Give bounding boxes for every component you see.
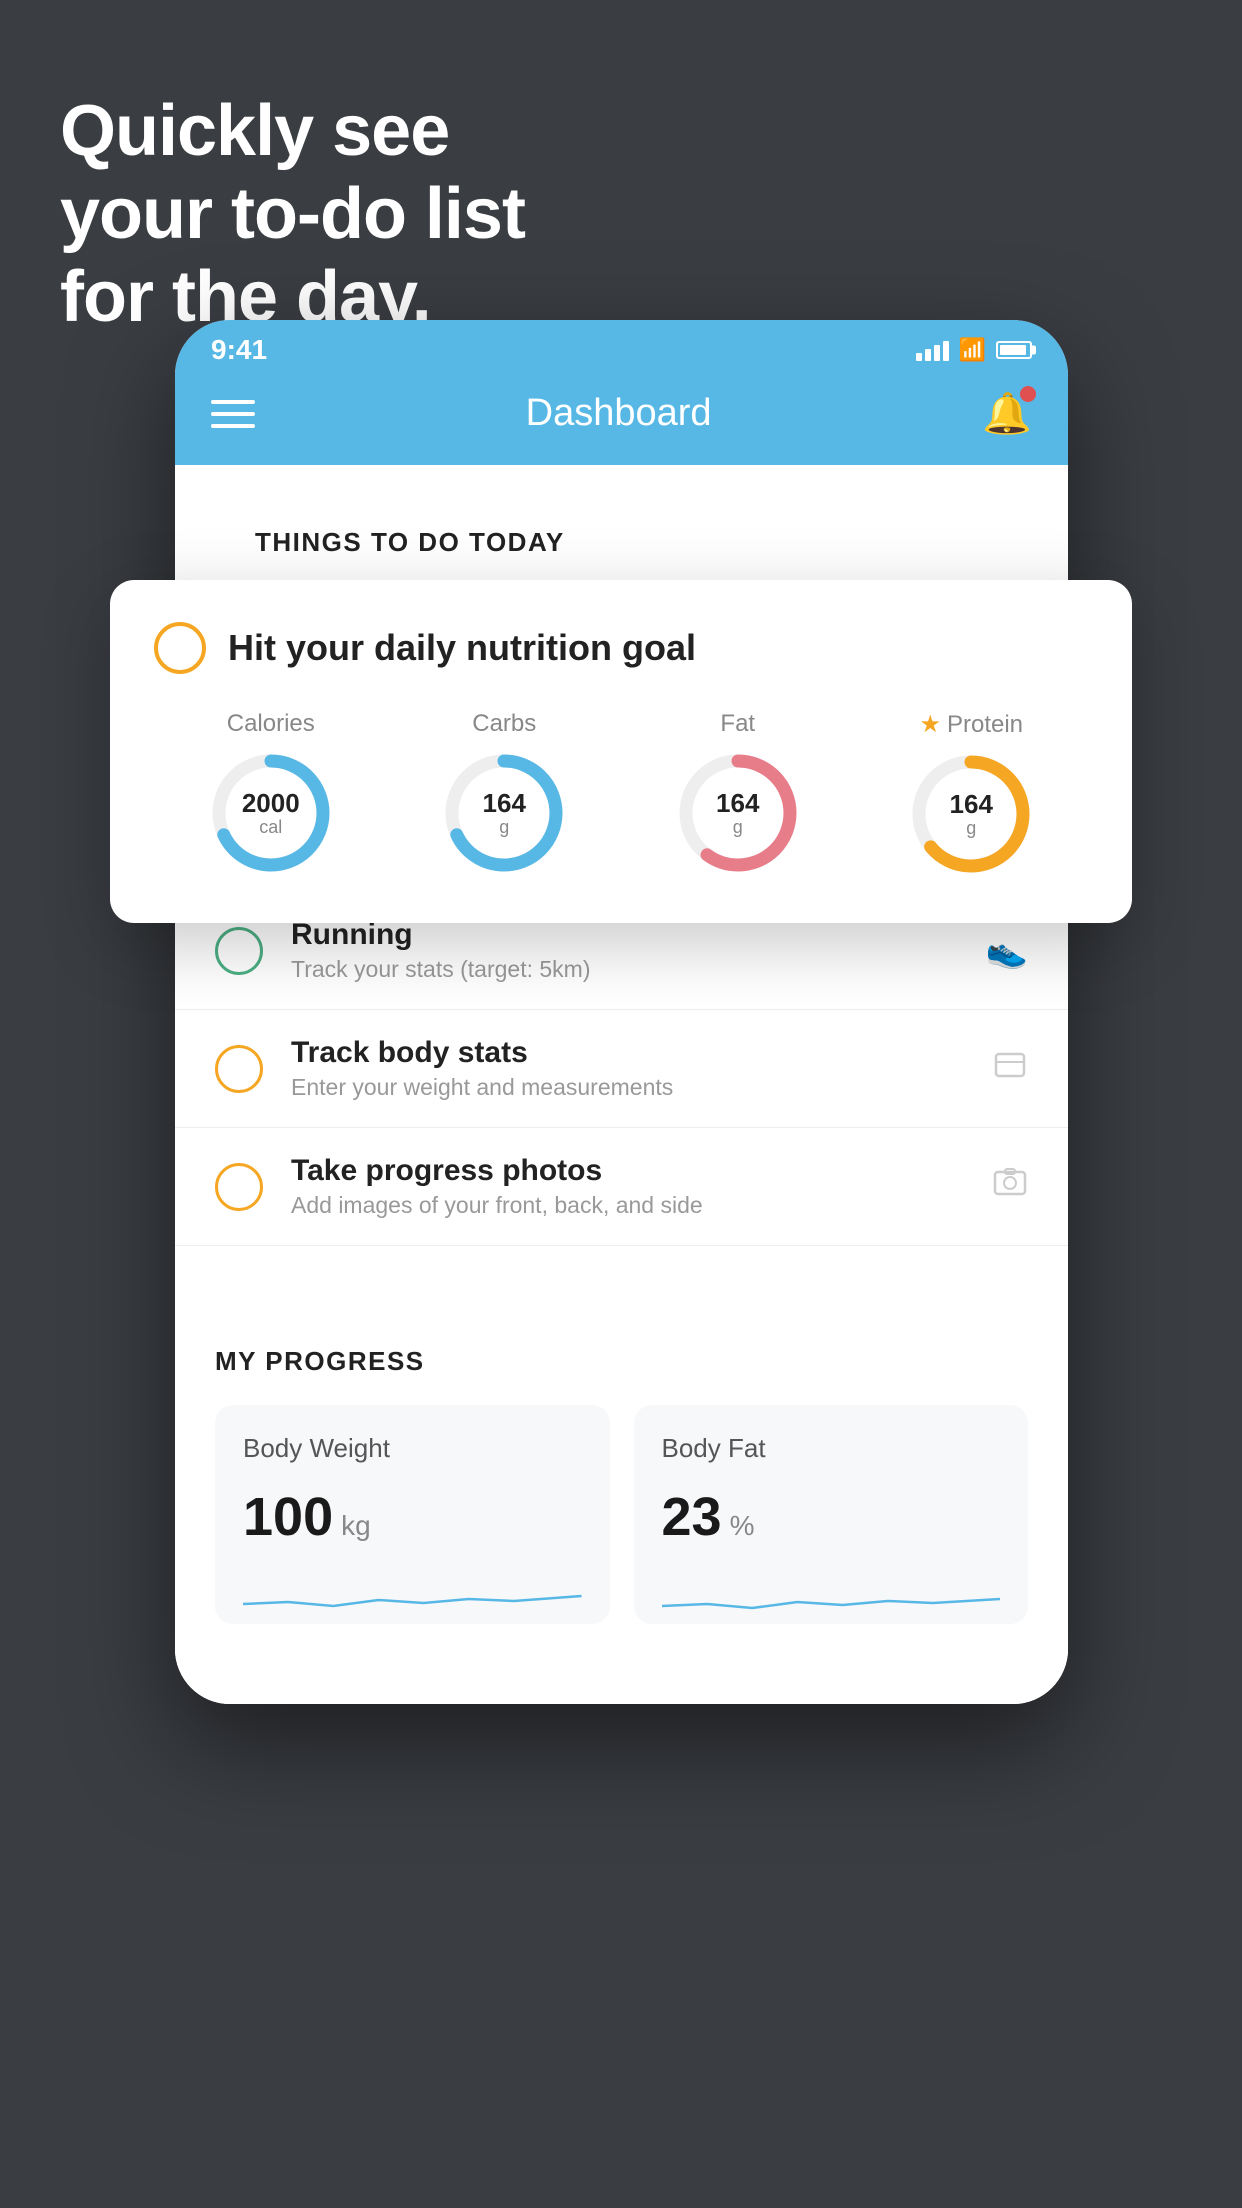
carbs-value: 164 <box>483 789 526 818</box>
calories-value: 2000 <box>242 789 300 818</box>
macro-row: Calories 2000 cal Carbs <box>154 710 1088 879</box>
todo-title-body-stats: Track body stats <box>291 1036 964 1070</box>
app-header: Dashboard 🔔 <box>175 372 1068 465</box>
protein-unit: g <box>950 818 993 838</box>
status-icons: 📶 <box>916 337 1032 363</box>
macro-fat: Fat 164 g <box>673 710 803 878</box>
body-weight-chart <box>243 1564 582 1624</box>
spacer <box>175 1246 1068 1306</box>
todo-title-photos: Take progress photos <box>291 1154 964 1188</box>
body-weight-unit: kg <box>341 1510 371 1542</box>
fat-value: 164 <box>716 789 759 818</box>
things-to-do-title: THINGS TO DO TODAY <box>215 495 1028 574</box>
protein-star-icon: ★ <box>919 710 941 739</box>
header-title: Dashboard <box>526 392 712 435</box>
body-fat-value: 23 <box>662 1486 722 1548</box>
nutrition-card-header: Hit your daily nutrition goal <box>154 622 1088 674</box>
protein-donut: 164 g <box>906 749 1036 879</box>
protein-label: ★ Protein <box>919 710 1023 739</box>
macro-calories: Calories 2000 cal <box>206 710 336 878</box>
phone-bottom <box>175 1664 1068 1704</box>
menu-button[interactable] <box>211 400 255 428</box>
carbs-donut: 164 g <box>439 748 569 878</box>
notification-dot <box>1020 386 1036 402</box>
calories-donut: 2000 cal <box>206 748 336 878</box>
todo-text-photos: Take progress photos Add images of your … <box>291 1154 964 1219</box>
nutrition-card-title: Hit your daily nutrition goal <box>228 627 696 669</box>
body-weight-card[interactable]: Body Weight 100 kg <box>215 1405 610 1624</box>
calories-label: Calories <box>227 710 315 738</box>
headline-line2: your to-do list <box>60 173 525 256</box>
todo-item-body-stats[interactable]: Track body stats Enter your weight and m… <box>175 1010 1068 1128</box>
body-fat-title: Body Fat <box>662 1433 1001 1464</box>
body-weight-value: 100 <box>243 1486 333 1548</box>
headline: Quickly see your to-do list for the day. <box>60 90 525 338</box>
wifi-icon: 📶 <box>959 337 986 363</box>
fat-donut: 164 g <box>673 748 803 878</box>
todo-title-running: Running <box>291 918 958 952</box>
macro-protein: ★ Protein 164 g <box>906 710 1036 879</box>
body-fat-card[interactable]: Body Fat 23 % <box>634 1405 1029 1624</box>
scale-icon <box>992 1046 1028 1091</box>
status-bar: 9:41 📶 <box>175 320 1068 372</box>
progress-cards: Body Weight 100 kg Body Fat 23 <box>215 1405 1028 1664</box>
body-fat-unit: % <box>730 1510 755 1542</box>
status-time: 9:41 <box>211 334 267 366</box>
body-weight-title: Body Weight <box>243 1433 582 1464</box>
todo-item-photos[interactable]: Take progress photos Add images of your … <box>175 1128 1068 1246</box>
todo-status-body-stats <box>215 1045 263 1093</box>
protein-value: 164 <box>950 790 993 819</box>
todo-status-running <box>215 927 263 975</box>
signal-icon <box>916 339 949 361</box>
todo-text-running: Running Track your stats (target: 5km) <box>291 918 958 983</box>
shoe-icon: 👟 <box>986 931 1028 971</box>
carbs-unit: g <box>483 817 526 837</box>
calories-unit: cal <box>242 817 300 837</box>
phone-mockup: 9:41 📶 Dashboard 🔔 <box>175 320 1068 1704</box>
progress-section: MY PROGRESS Body Weight 100 kg Body <box>175 1306 1068 1664</box>
headline-line1: Quickly see <box>60 90 525 173</box>
progress-title: MY PROGRESS <box>215 1346 1028 1377</box>
nutrition-card[interactable]: Hit your daily nutrition goal Calories 2… <box>110 580 1132 923</box>
todo-status-photos <box>215 1163 263 1211</box>
nutrition-check-circle <box>154 622 206 674</box>
body-fat-value-row: 23 % <box>662 1486 1001 1548</box>
fat-label: Fat <box>720 710 755 738</box>
todo-subtitle-body-stats: Enter your weight and measurements <box>291 1074 964 1101</box>
battery-icon <box>996 341 1032 359</box>
todo-subtitle-running: Track your stats (target: 5km) <box>291 956 958 983</box>
macro-carbs: Carbs 164 g <box>439 710 569 878</box>
things-to-do-section: THINGS TO DO TODAY <box>175 465 1068 582</box>
todo-list: Running Track your stats (target: 5km) 👟… <box>175 882 1068 1246</box>
todo-subtitle-photos: Add images of your front, back, and side <box>291 1192 964 1219</box>
body-fat-chart <box>662 1564 1001 1624</box>
todo-text-body-stats: Track body stats Enter your weight and m… <box>291 1036 964 1101</box>
photo-icon <box>992 1164 1028 1209</box>
body-weight-value-row: 100 kg <box>243 1486 582 1548</box>
notification-button[interactable]: 🔔 <box>982 390 1032 437</box>
fat-unit: g <box>716 817 759 837</box>
carbs-label: Carbs <box>472 710 536 738</box>
